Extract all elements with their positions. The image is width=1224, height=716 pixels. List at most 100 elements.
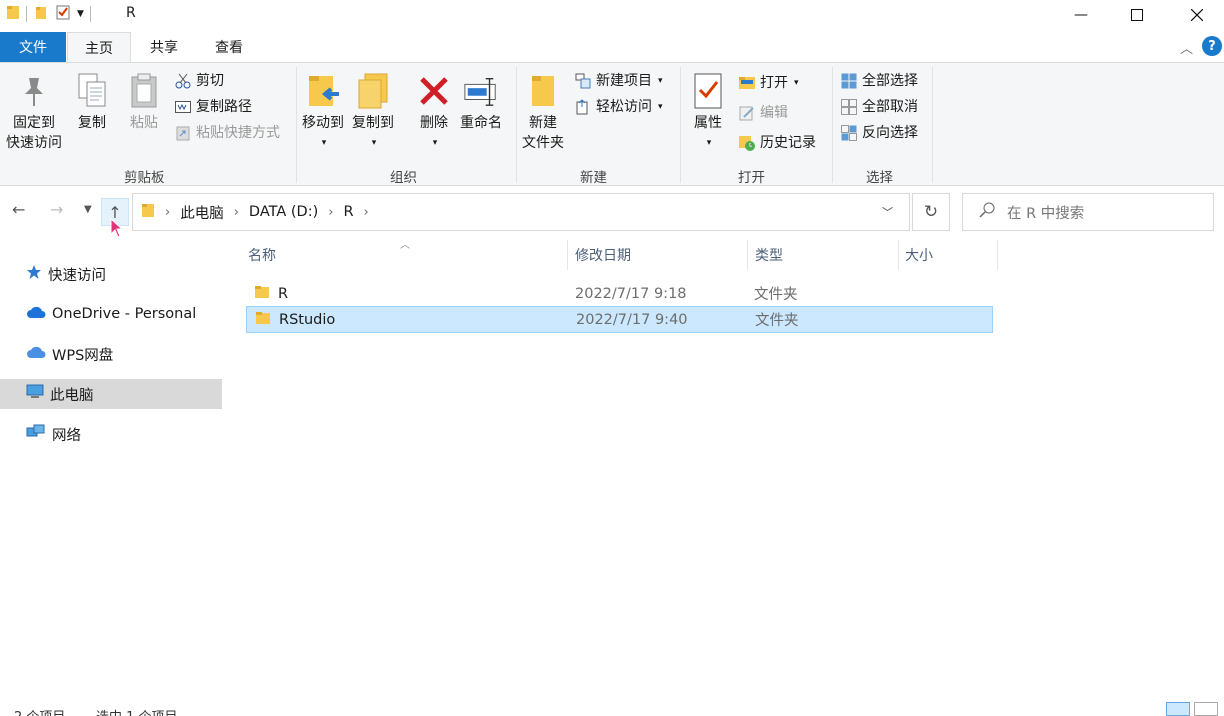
large-icons-view-button[interactable] (1194, 702, 1218, 716)
column-header-type[interactable]: 类型 (755, 240, 783, 270)
network-icon (26, 424, 46, 444)
history-button[interactable]: 历史记录 (738, 133, 816, 153)
folder-icon (6, 4, 20, 24)
edit-button[interactable]: 编辑 (738, 103, 788, 123)
nav-item-onedrive[interactable]: OneDrive - Personal (0, 299, 222, 329)
quick-access-toolbar: ▼ (6, 4, 91, 24)
cut-button[interactable]: 剪切 (174, 71, 224, 91)
status-selected-count: 选中 1 个项目 (96, 706, 178, 716)
details-view-button[interactable] (1166, 702, 1190, 716)
rename-button[interactable]: 重命名 (460, 71, 502, 133)
breadcrumb-chevron-icon[interactable]: › (328, 205, 333, 220)
column-header-date[interactable]: 修改日期 (575, 240, 631, 270)
navigation-pane: 快速访问 OneDrive - Personal WPS网盘 此电脑 网络 (0, 240, 224, 700)
breadcrumb-drive[interactable]: DATA (D:) (249, 204, 318, 220)
open-button[interactable]: 打开 ▾ (738, 73, 799, 93)
window-title: R (126, 5, 136, 21)
select-all-icon (840, 72, 858, 90)
title-bar: ▼ R — (0, 0, 1224, 30)
customize-qat-icon[interactable]: ▼ (77, 9, 84, 19)
status-item-count: 2 个项目 (14, 706, 65, 716)
breadcrumb-this-pc[interactable]: 此电脑 (180, 202, 224, 223)
breadcrumb-folder[interactable]: R (343, 204, 353, 220)
file-date: 2022/7/17 9:40 (576, 311, 688, 328)
paste-button[interactable]: 粘贴 (126, 71, 162, 133)
select-none-button[interactable]: 全部取消 (840, 97, 918, 117)
file-name: RStudio (279, 311, 336, 328)
address-history-chevron-icon[interactable]: ﹀ (882, 204, 893, 220)
move-to-button[interactable]: 移动到 ▾ (302, 71, 344, 153)
maximize-button[interactable] (1114, 0, 1160, 30)
tab-view[interactable]: 查看 (198, 32, 260, 62)
invert-selection-button[interactable]: 反向选择 (840, 123, 918, 143)
new-folder-qat-icon[interactable] (33, 4, 49, 24)
history-icon (738, 134, 756, 152)
folder-icon (254, 285, 270, 303)
open-folder-icon (738, 74, 756, 92)
help-icon[interactable]: ? (1202, 36, 1222, 56)
copy-to-button[interactable]: 复制到 ▾ (352, 71, 394, 153)
search-icon (979, 202, 995, 222)
folder-icon (255, 311, 271, 329)
nav-item-wps-cloud[interactable]: WPS网盘 (0, 339, 222, 369)
file-name: R (278, 285, 289, 302)
sort-ascending-icon: ︿ (400, 240, 410, 251)
file-date: 2022/7/17 9:18 (575, 285, 687, 302)
address-bar[interactable]: › 此电脑 › DATA (D:) › R › (132, 193, 910, 231)
refresh-button[interactable]: ↻ (912, 193, 950, 231)
copy-button[interactable]: 复制 (74, 71, 110, 133)
tab-share[interactable]: 共享 (134, 32, 194, 62)
search-box[interactable]: 在 R 中搜索 (962, 193, 1214, 231)
file-row[interactable]: RStudio 2022/7/17 9:40 文件夹 (246, 306, 993, 333)
recent-locations-chevron-icon[interactable]: ▼ (84, 204, 92, 215)
properties-qat-icon[interactable] (55, 4, 71, 24)
delete-button[interactable]: 删除 ▾ (416, 71, 452, 153)
pin-icon (16, 71, 52, 111)
back-arrow-icon[interactable]: ← (12, 200, 25, 219)
paste-shortcut-button[interactable]: 粘贴快捷方式 (174, 123, 280, 143)
collapse-ribbon-icon[interactable]: ︿ (1180, 38, 1193, 57)
file-row[interactable]: R 2022/7/17 9:18 文件夹 (246, 280, 993, 307)
column-header-size[interactable]: 大小 (905, 240, 933, 270)
copy-icon (74, 71, 110, 111)
breadcrumb-chevron-icon[interactable]: › (364, 205, 369, 220)
easy-access-icon (574, 98, 592, 116)
navigation-bar: ← → ▼ ↑ › 此电脑 › DATA (D:) › R › ﹀ ↻ 在 R … (0, 192, 1224, 232)
copy-path-icon (174, 98, 192, 116)
select-all-button[interactable]: 全部选择 (840, 71, 918, 91)
properties-button[interactable]: 属性 ▾ (690, 71, 726, 153)
breadcrumb-chevron-icon[interactable]: › (165, 205, 170, 220)
breadcrumb-chevron-icon[interactable]: › (234, 205, 239, 220)
column-header-name[interactable]: 名称 (248, 240, 276, 270)
select-none-icon (840, 98, 858, 116)
minimize-button[interactable]: — (1058, 0, 1104, 30)
search-placeholder: 在 R 中搜索 (1007, 205, 1085, 222)
delete-x-icon (416, 71, 452, 111)
file-type: 文件夹 (755, 313, 799, 329)
organize-group-label: 组织 (390, 170, 417, 186)
forward-arrow-icon[interactable]: → (50, 200, 63, 219)
nav-item-quick-access[interactable]: 快速访问 (0, 259, 222, 289)
clipboard-group-label: 剪贴板 (124, 170, 165, 186)
new-folder-icon (525, 71, 561, 111)
tab-home[interactable]: 主页 (67, 32, 131, 63)
refresh-icon: ↻ (923, 202, 939, 222)
nav-item-network[interactable]: 网络 (0, 419, 222, 449)
new-folder-button[interactable]: 新建 文件夹 (522, 71, 564, 153)
properties-icon (690, 71, 726, 111)
tab-file[interactable]: 文件 (0, 32, 66, 62)
ribbon: 固定到 快速访问 复制 粘贴 剪切 复制路径 粘贴快捷方式 剪贴板 移动到 ▾ … (0, 62, 1224, 186)
close-button[interactable] (1174, 0, 1220, 30)
pin-quick-access-button[interactable]: 固定到 快速访问 (6, 71, 62, 153)
computer-icon (26, 384, 44, 404)
copy-path-button[interactable]: 复制路径 (174, 97, 252, 117)
view-toggle (1166, 702, 1218, 716)
ribbon-tabs: 文件 主页 共享 查看 (0, 32, 1224, 63)
cloud-icon (26, 345, 46, 363)
rename-icon (463, 71, 499, 111)
new-item-button[interactable]: 新建项目 ▾ (574, 71, 663, 91)
easy-access-button[interactable]: 轻松访问 ▾ (574, 97, 663, 117)
select-group-label: 选择 (866, 170, 893, 186)
nav-item-this-pc[interactable]: 此电脑 (0, 379, 222, 409)
new-group-label: 新建 (580, 170, 607, 186)
